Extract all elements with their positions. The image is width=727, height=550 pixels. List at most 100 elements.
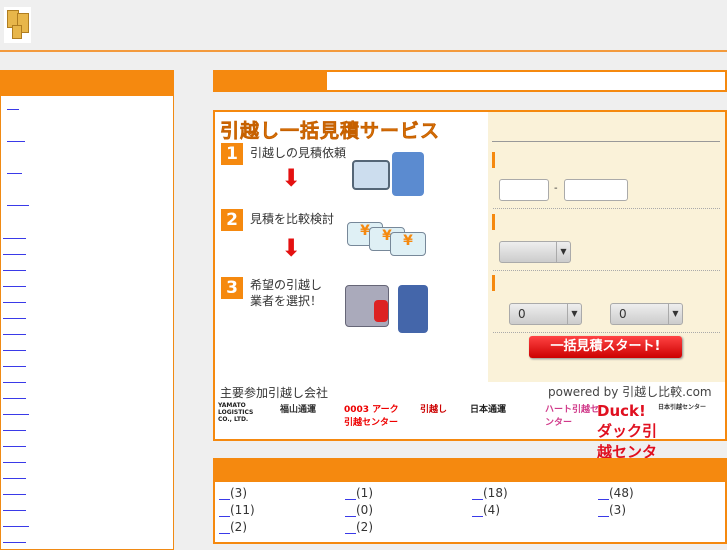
category-link[interactable]	[345, 488, 356, 500]
field-marker	[492, 214, 495, 230]
mover-illustration	[398, 285, 428, 333]
computer-illustration	[352, 160, 390, 190]
sidebar-link[interactable]	[3, 531, 26, 543]
sidebar-link[interactable]	[3, 227, 26, 239]
category-link[interactable]	[598, 488, 609, 500]
sidebar-link[interactable]	[3, 371, 26, 383]
category-item: (1)	[345, 486, 373, 500]
box-icon	[12, 25, 22, 39]
category-count: (3)	[609, 503, 626, 517]
chevron-down-icon: ▼	[556, 242, 570, 262]
sidebar-link[interactable]	[7, 162, 22, 174]
yen-envelope-icon: ¥	[390, 232, 426, 256]
company-logo: 0003 アーク引越センター	[344, 405, 399, 428]
chevron-down-icon: ▼	[668, 304, 682, 324]
company-logo: ハート引越センター	[545, 405, 600, 428]
header-divider	[0, 50, 727, 52]
category-link[interactable]	[472, 505, 483, 517]
step-text: 見積を比較検討	[250, 212, 335, 226]
sidebar-link[interactable]	[3, 515, 29, 527]
category-count: (4)	[483, 503, 500, 517]
postal-code-second-input[interactable]	[564, 179, 628, 201]
category-link[interactable]	[219, 488, 230, 500]
field-marker	[492, 152, 495, 168]
category-count: (18)	[483, 486, 508, 500]
sidebar-link[interactable]	[3, 419, 26, 431]
sidebar-link[interactable]	[3, 291, 26, 303]
sidebar-link[interactable]	[3, 387, 26, 399]
category-link[interactable]	[345, 522, 356, 534]
category-count: (2)	[356, 520, 373, 534]
sidebar-link[interactable]	[3, 403, 29, 415]
select-value: 0	[518, 307, 526, 321]
dotted-divider	[493, 332, 720, 333]
sidebar-link[interactable]	[7, 194, 29, 206]
sidebar-link[interactable]	[7, 130, 25, 142]
sidebar-link[interactable]	[3, 451, 26, 463]
company-logo: 福山通運	[280, 405, 317, 415]
category-item: (4)	[472, 503, 500, 517]
site-logo[interactable]	[4, 7, 31, 43]
category-link[interactable]	[219, 522, 230, 534]
top-bar-label	[215, 72, 327, 90]
step-number: 1	[221, 143, 243, 165]
company-logo: 引越し	[420, 405, 448, 415]
sidebar-link[interactable]	[3, 323, 26, 335]
category-item: (3)	[598, 503, 626, 517]
sidebar-link[interactable]	[7, 98, 19, 110]
dotted-divider	[493, 208, 720, 209]
category-item: (48)	[598, 486, 634, 500]
sidebar-link[interactable]	[3, 483, 26, 495]
sidebar-link[interactable]	[3, 243, 26, 255]
category-count: (3)	[230, 486, 247, 500]
select-value: 0	[619, 307, 627, 321]
sidebar-header	[0, 70, 174, 96]
sidebar	[0, 70, 174, 550]
sidebar-link[interactable]	[3, 307, 26, 319]
category-count: (0)	[356, 503, 373, 517]
category-item: (2)	[345, 520, 373, 534]
category-section	[213, 458, 727, 544]
sidebar-link[interactable]	[3, 435, 26, 447]
sidebar-link[interactable]	[3, 467, 26, 479]
company-logo: 日本通運	[470, 405, 507, 415]
category-item: (3)	[219, 486, 247, 500]
company-logo: YAMATO LOGISTICS CO., LTD.	[218, 402, 254, 423]
step-text: 引越しの見積依頼	[250, 146, 347, 160]
company-logo: 日本引越センター	[658, 404, 707, 411]
sidebar-link[interactable]	[3, 355, 26, 367]
category-link[interactable]	[345, 505, 356, 517]
truck-cab	[374, 300, 388, 322]
floor-from-select[interactable]: 0 ▼	[509, 303, 582, 325]
category-item: (11)	[219, 503, 255, 517]
woman-illustration	[392, 152, 424, 196]
sidebar-link[interactable]	[3, 259, 26, 271]
dotted-divider	[493, 270, 720, 271]
category-item: (18)	[472, 486, 508, 500]
chevron-down-icon: ▼	[567, 304, 581, 324]
top-bar	[213, 70, 727, 92]
category-link[interactable]	[472, 488, 483, 500]
form-divider	[492, 141, 720, 142]
destination-select[interactable]: ▼	[499, 241, 571, 263]
postal-separator: -	[554, 183, 558, 194]
down-arrow-icon: ⬇	[281, 234, 302, 262]
companies-label: 主要参加引越し会社	[220, 386, 329, 400]
step-number: 3	[221, 277, 243, 299]
category-link[interactable]	[598, 505, 609, 517]
powered-by: powered by 引越し比較.com	[548, 385, 712, 399]
step-text: 希望の引越し業者を選択！	[250, 278, 323, 308]
floor-to-select[interactable]: 0 ▼	[610, 303, 683, 325]
step-number: 2	[221, 209, 243, 231]
sidebar-link[interactable]	[3, 275, 26, 287]
service-title: 引越し一括見積サービス	[220, 120, 441, 143]
start-quote-button[interactable]: 一括見積スタート!	[529, 336, 682, 358]
postal-code-first-input[interactable]	[499, 179, 549, 201]
category-link[interactable]	[219, 505, 230, 517]
sidebar-link[interactable]	[3, 339, 26, 351]
category-count: (11)	[230, 503, 255, 517]
sidebar-link[interactable]	[3, 499, 26, 511]
category-count: (48)	[609, 486, 634, 500]
down-arrow-icon: ⬇	[281, 164, 302, 192]
category-item: (2)	[219, 520, 247, 534]
